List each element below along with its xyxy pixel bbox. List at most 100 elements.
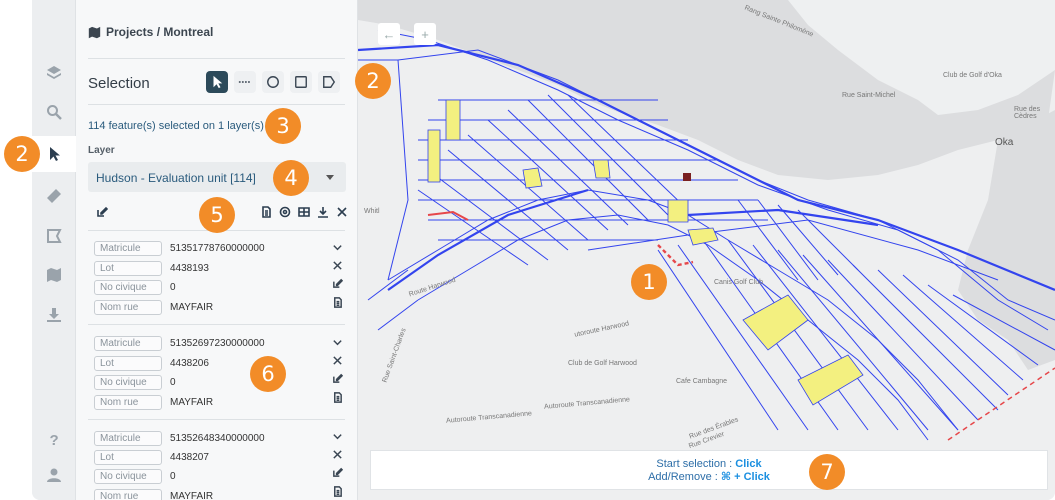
field-value: 51352648340000000 (170, 432, 265, 444)
polygon-tool-button[interactable] (318, 71, 340, 93)
annotation-badge-4: 4 (273, 160, 309, 196)
field-key: Matricule (94, 430, 162, 446)
circle-tool-button[interactable] (262, 71, 284, 93)
layer-label: Layer (88, 145, 115, 156)
feature-field: Nom rue MAYFAIR (94, 488, 213, 500)
field-value: 0 (170, 470, 176, 482)
annotation-badge-2-rail: 2 (4, 136, 40, 172)
document-icon[interactable] (332, 295, 344, 308)
layer-select-value: Hudson - Evaluation unit [114] (96, 171, 256, 185)
feature-field: Nom rue MAYFAIR (94, 299, 213, 315)
field-value: 0 (170, 376, 176, 388)
map-icon[interactable] (32, 257, 76, 293)
circle-icon (267, 76, 279, 88)
hint-add-key: ⌘ + Click (720, 471, 770, 483)
close-icon[interactable] (332, 258, 344, 270)
divider (88, 104, 345, 105)
download-icon[interactable] (32, 297, 76, 333)
field-key: Matricule (94, 240, 162, 256)
hint-add-label: Add/Remove : (648, 471, 721, 483)
close-icon[interactable] (336, 205, 348, 217)
ruler-icon[interactable] (32, 178, 76, 214)
annotation-badge-7: 7 (809, 454, 845, 490)
parcel (445, 99, 461, 141)
document-icon[interactable] (260, 205, 272, 218)
svg-text:?: ? (50, 432, 59, 447)
field-key: No civique (94, 279, 162, 295)
polygon-icon (323, 76, 336, 88)
map-label: Club de Golf Harwood (568, 360, 637, 367)
edit-icon[interactable] (332, 371, 344, 383)
field-value: MAYFAIR (170, 396, 214, 408)
layers-icon[interactable] (32, 55, 76, 91)
divider (88, 58, 345, 59)
field-value: MAYFAIR (170, 490, 214, 500)
hint-start-label: Start selection : (656, 458, 736, 470)
user-icon[interactable] (32, 457, 76, 493)
feature-field: Nom rue MAYFAIR (94, 394, 213, 410)
parcel (797, 354, 864, 406)
zoom-to-icon[interactable] (279, 205, 291, 218)
zoom-in-button[interactable]: + (414, 23, 436, 45)
table-icon[interactable] (298, 205, 310, 217)
parcel (592, 159, 611, 179)
map-icon (88, 26, 101, 38)
chevron-down-icon[interactable] (332, 429, 344, 441)
field-value: MAYFAIR (170, 301, 214, 313)
feature-field: Lot 4438193 (94, 260, 209, 276)
field-key: No civique (94, 374, 162, 390)
selection-panel: Projects / Montreal Selection 114 featur… (76, 0, 358, 500)
field-value: 4438207 (170, 451, 209, 463)
help-icon[interactable]: ? (32, 421, 76, 457)
field-key: Matricule (94, 335, 162, 351)
chevron-down-icon[interactable] (332, 335, 344, 347)
map-label: Club de Golf d'Oka (943, 72, 1002, 79)
edit-icon[interactable] (332, 465, 344, 477)
back-button[interactable]: ← (378, 23, 400, 45)
breadcrumb[interactable]: Projects / Montreal (88, 25, 213, 39)
annotation-badge-3: 3 (265, 108, 301, 144)
field-value: 0 (170, 281, 176, 293)
map-label: Canis Golf Club (714, 279, 764, 286)
hint-add-line: Add/Remove : ⌘ + Click (371, 471, 1047, 484)
breadcrumb-text: Projects / Montreal (106, 25, 214, 39)
caret-down-icon (326, 175, 334, 180)
map-label: Rue Saint-Michel (842, 92, 896, 99)
search-icon[interactable] (32, 94, 76, 130)
app-window: ? Projects / Montreal Selection 114 feat… (32, 0, 1055, 500)
selected-count: 114 feature(s) selected on 1 layer(s) (88, 120, 264, 132)
field-key: Nom rue (94, 394, 162, 410)
draw-polygon-icon[interactable] (32, 218, 76, 254)
chevron-down-icon[interactable] (332, 240, 344, 252)
close-icon[interactable] (332, 353, 344, 365)
edit-icon[interactable] (96, 205, 109, 217)
selected-path (947, 367, 1055, 441)
field-key: Lot (94, 449, 162, 465)
pointer-tool-button[interactable] (206, 71, 228, 93)
document-icon[interactable] (332, 390, 344, 403)
selection-hint: Start selection : Click Add/Remove : ⌘ +… (370, 450, 1048, 490)
feature-field: No civique 0 (94, 374, 176, 390)
rectangle-icon (295, 76, 307, 88)
document-icon[interactable] (332, 484, 344, 497)
left-rail: ? (32, 0, 76, 500)
field-key: Lot (94, 355, 162, 371)
rectangle-tool-button[interactable] (290, 71, 312, 93)
annotation-badge-5: 5 (199, 197, 235, 233)
feature-field: Lot 4438207 (94, 449, 209, 465)
map-label: Whitl (364, 208, 380, 215)
divider (88, 419, 345, 420)
annotation-badge-2-map: 2 (355, 63, 391, 99)
map-label: Oka (995, 137, 1014, 148)
download-icon[interactable] (317, 205, 329, 218)
line-tool-button[interactable] (234, 71, 256, 93)
pointer-icon (213, 75, 223, 89)
close-icon[interactable] (332, 447, 344, 459)
feature-field: No civique 0 (94, 279, 176, 295)
selected-path (427, 210, 469, 221)
feature-field: No civique 0 (94, 468, 176, 484)
field-key: Nom rue (94, 488, 162, 500)
edit-icon[interactable] (332, 276, 344, 288)
map-canvas[interactable]: Rang Sainte Philomène Club de Golf d'Oka… (358, 0, 1055, 500)
field-value: 4438206 (170, 357, 209, 369)
